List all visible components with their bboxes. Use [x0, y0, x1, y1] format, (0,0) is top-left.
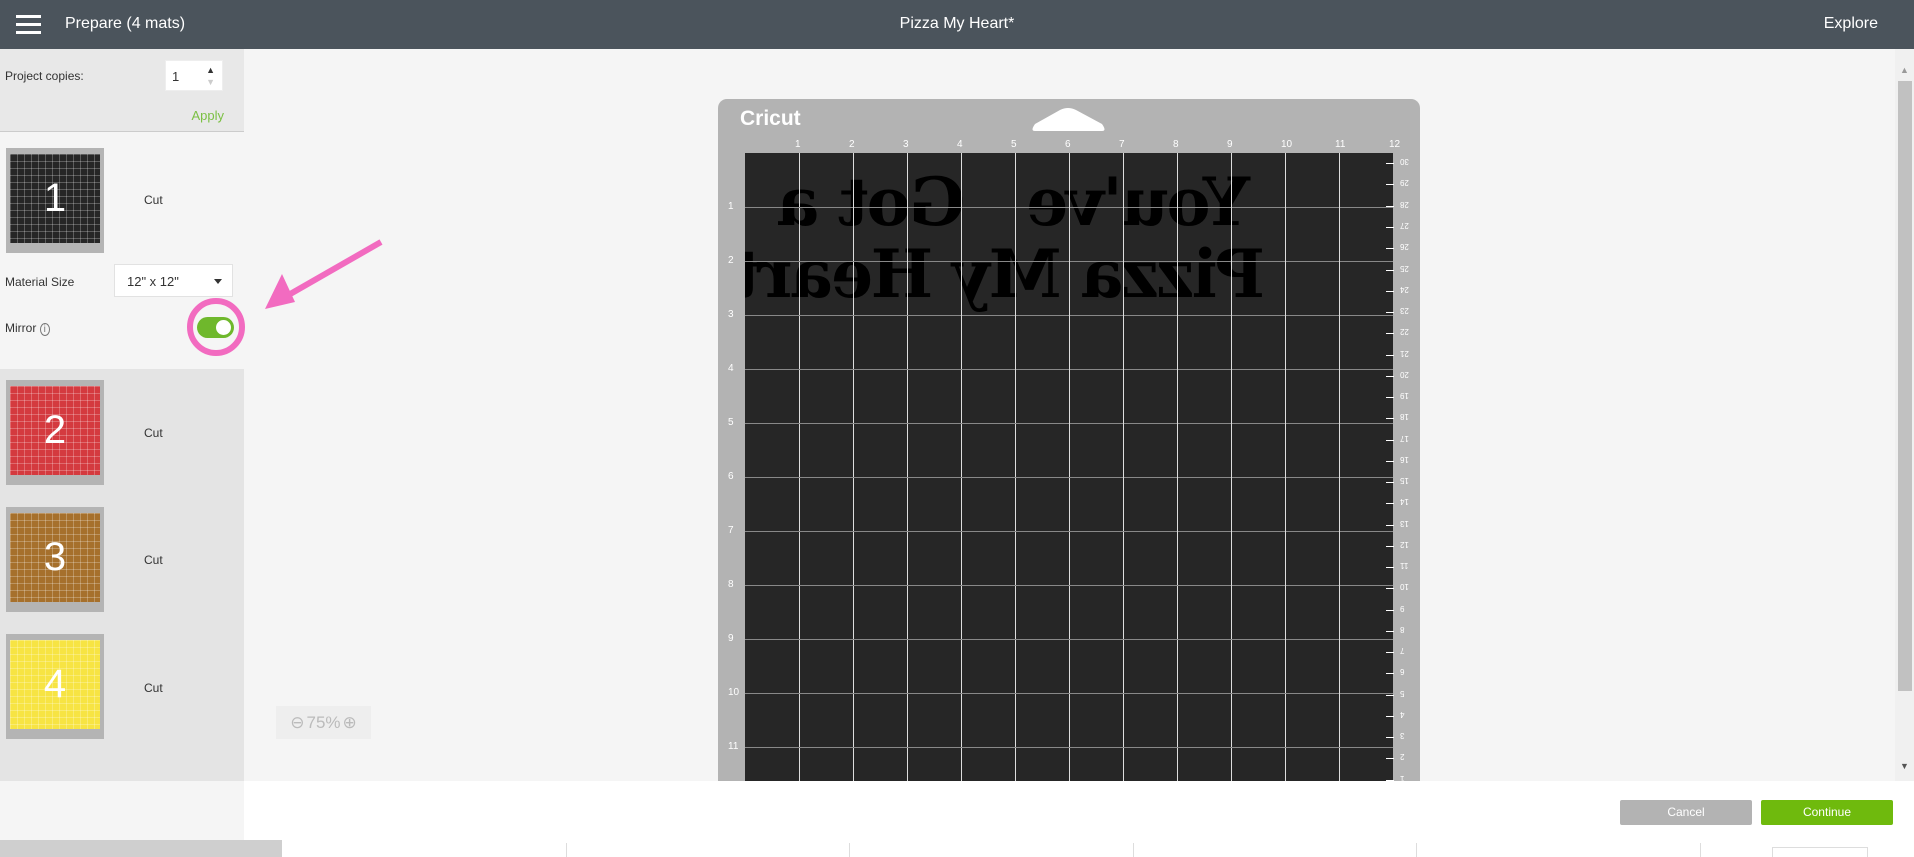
bottom-tab-divider	[1416, 843, 1417, 857]
pink-annotation	[187, 239, 383, 356]
footer-bar: Cancel Continue	[0, 781, 1914, 857]
arrow-shaft	[283, 239, 383, 300]
bottom-tab-divider	[566, 843, 567, 857]
cancel-button[interactable]: Cancel	[1620, 800, 1752, 825]
highlight-circle	[187, 298, 245, 356]
bottom-tab-divider	[849, 843, 850, 857]
bottom-box[interactable]	[1772, 847, 1868, 857]
bottom-tab-divider	[1133, 843, 1134, 857]
continue-button[interactable]: Continue	[1761, 800, 1893, 825]
bottom-tab-divider	[1700, 843, 1701, 857]
bottom-tab-active[interactable]	[0, 840, 282, 857]
